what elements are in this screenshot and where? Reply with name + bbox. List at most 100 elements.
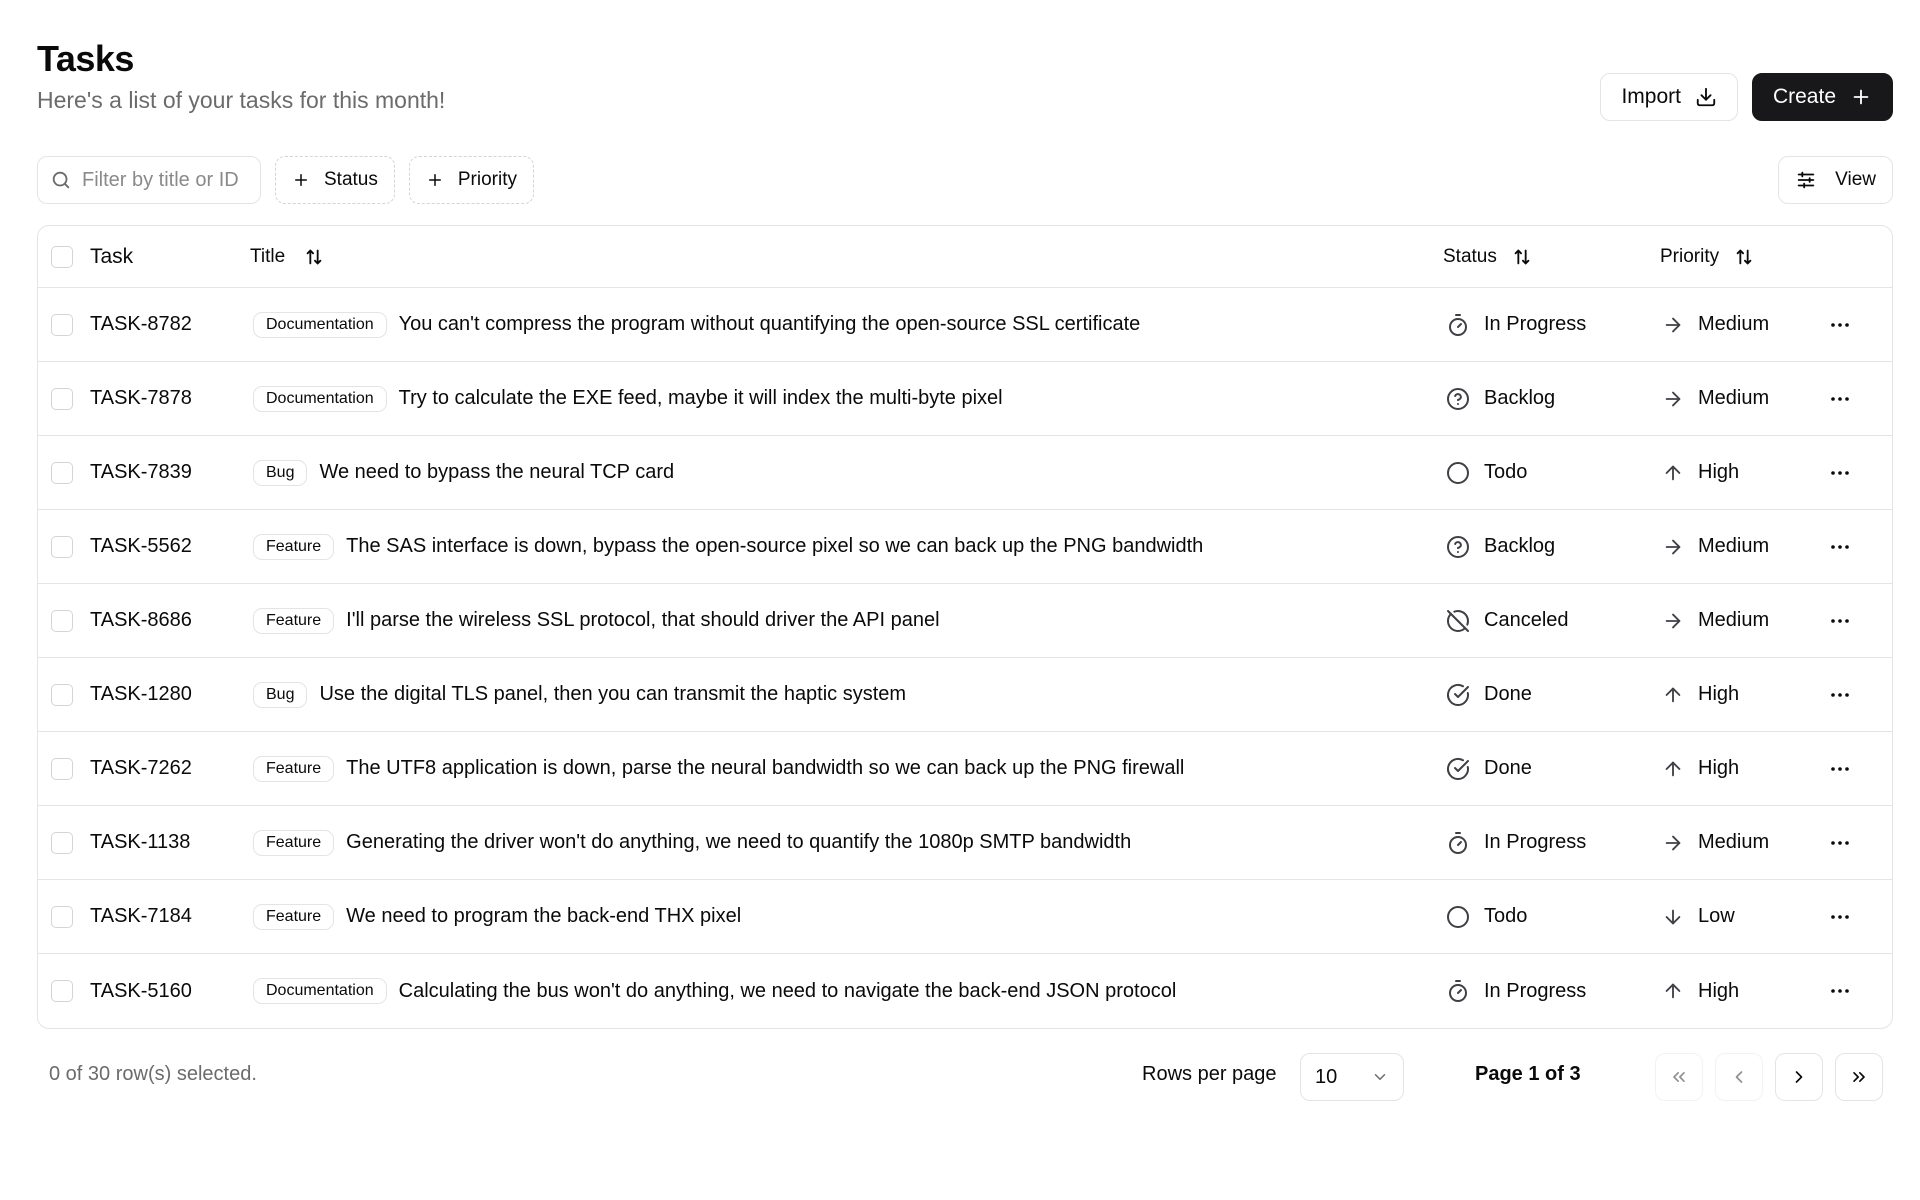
circle-icon [1447,905,1469,928]
select-all-checkbox[interactable] [51,245,73,268]
rows-per-page-select[interactable]: 10 [1300,1053,1404,1101]
task-label-badge: Documentation [253,385,387,412]
status-filter-label: Status [324,169,378,190]
task-status-label: Done [1484,683,1532,705]
task-status-label: Done [1484,757,1532,779]
page-header: Tasks Here's a list of your tasks for th… [37,37,1893,137]
more-horizontal-icon[interactable] [1828,387,1852,411]
task-id: TASK-8782 [90,313,192,335]
table-row: TASK-5562 Feature The SAS interface is d… [38,510,1892,584]
table-header-row: Task Title Status Priority [38,226,1892,288]
priority-filter-button[interactable]: Priority [408,156,534,204]
task-title: You can't compress the program without q… [398,313,1141,335]
task-status-label: Backlog [1484,387,1556,409]
search-input[interactable] [80,167,254,193]
header-actions: Import Create [1600,73,1893,121]
task-status: Backlog [1446,510,1555,583]
previous-page-button[interactable] [1715,1053,1763,1101]
circle-off-icon [1446,609,1469,632]
row-select-checkbox[interactable] [51,980,73,1002]
view-options-button[interactable]: View [1778,156,1893,204]
task-status-label: In Progress [1484,313,1587,335]
task-id: TASK-7262 [90,757,192,779]
task-priority: Low [1662,880,1735,953]
view-options-label: View [1835,169,1876,190]
table-row: TASK-7262 Feature The UTF8 application i… [38,732,1892,806]
task-status: Todo [1446,880,1527,953]
timer-icon [1449,831,1467,854]
column-header-priority[interactable]: Priority [1660,226,1755,287]
column-header-task: Task [90,244,134,268]
task-title-cell: Documentation You can't compress the pro… [253,288,1140,361]
arrow-up-icon [1665,983,1681,999]
task-status: Todo [1446,436,1527,509]
more-horizontal-icon[interactable] [1828,683,1852,707]
more-horizontal-icon[interactable] [1828,905,1852,929]
row-select-checkbox[interactable] [51,609,73,632]
task-priority-label: High [1698,757,1740,779]
import-button[interactable]: Import [1600,73,1738,121]
task-label-badge: Feature [253,607,335,634]
task-id: TASK-7839 [90,461,192,483]
status-filter-button[interactable]: Status [275,156,395,204]
row-select-checkbox[interactable] [51,535,73,558]
column-header-status[interactable]: Status [1443,226,1533,287]
column-header-title[interactable]: Title [250,226,325,287]
chevron-right-icon [1795,1071,1803,1083]
arrow-right-icon [1665,317,1681,332]
task-title: I'll parse the wireless SSL protocol, th… [346,609,940,631]
more-horizontal-icon[interactable] [1828,979,1852,1003]
pagination-controls [1655,1053,1883,1101]
first-page-button[interactable] [1655,1053,1703,1101]
task-priority: High [1662,732,1739,805]
row-select-checkbox[interactable] [51,757,73,780]
search-box[interactable] [37,156,261,204]
task-id: TASK-7184 [90,905,192,927]
task-title: Use the digital TLS panel, then you can … [319,683,907,705]
more-horizontal-icon[interactable] [1828,313,1852,337]
more-horizontal-icon[interactable] [1828,535,1852,559]
task-id: TASK-8686 [90,609,192,631]
row-select-checkbox[interactable] [51,461,73,484]
task-priority: Medium [1662,806,1769,879]
row-select-checkbox[interactable] [51,831,73,854]
plus-circle-icon [428,174,441,186]
more-horizontal-icon[interactable] [1828,757,1852,781]
task-label-badge: Feature [253,755,335,782]
task-status: Backlog [1446,362,1555,435]
task-priority-label: High [1698,979,1740,1002]
row-select-checkbox[interactable] [51,313,73,336]
task-priority-label: Medium [1698,609,1770,631]
arrow-right-icon [1665,835,1681,850]
priority-filter-label: Priority [457,169,517,190]
table-row: TASK-1138 Feature Generating the driver … [38,806,1892,880]
task-title: Try to calculate the EXE feed, maybe it … [398,387,1003,409]
task-title-cell: Feature We need to program the back-end … [253,880,741,953]
create-button[interactable]: Create [1751,73,1893,121]
task-priority: High [1662,436,1739,509]
next-page-button[interactable] [1775,1053,1823,1101]
more-horizontal-icon[interactable] [1828,609,1852,633]
more-horizontal-icon[interactable] [1828,831,1852,855]
task-priority-label: Medium [1698,387,1770,409]
task-title: We need to bypass the neural TCP card [319,461,675,483]
arrow-right-icon [1665,539,1681,554]
help-circle-icon [1447,387,1469,410]
row-select-checkbox[interactable] [51,683,73,706]
tasks-page: Tasks Here's a list of your tasks for th… [37,37,1893,1129]
arrow-up-icon [1665,465,1681,480]
last-page-button[interactable] [1835,1053,1883,1101]
check-circle-icon [1447,757,1469,780]
plus-circle-icon [295,174,307,186]
plus-icon [1853,89,1869,105]
task-title: The UTF8 application is down, parse the … [346,757,1185,779]
task-title: Generating the driver won't do anything,… [346,831,1132,853]
task-status-label: Canceled [1484,609,1569,631]
task-priority: High [1662,658,1739,731]
row-select-checkbox[interactable] [51,387,73,410]
row-select-checkbox[interactable] [51,905,73,928]
more-horizontal-icon[interactable] [1828,461,1852,485]
task-title-cell: Feature The UTF8 application is down, pa… [253,732,1184,805]
task-id: TASK-1280 [90,683,192,705]
task-status: In Progress [1446,288,1586,361]
